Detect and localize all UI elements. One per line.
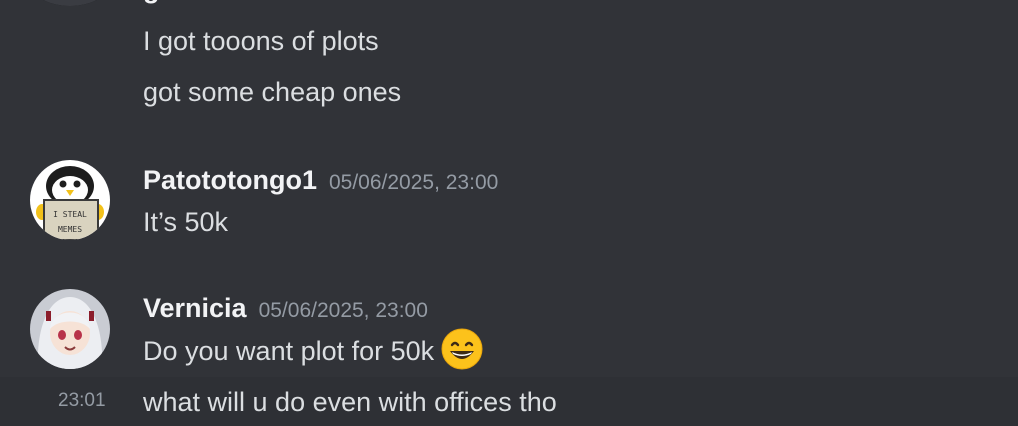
message-text: Do you want plot for 50k xyxy=(143,328,484,371)
message-text-content: Do you want plot for 50k xyxy=(143,336,435,366)
timestamp[interactable]: 05/06/2025, 23:00 xyxy=(259,299,428,322)
chat-message-list: g I got tooons of plots got some cheap o… xyxy=(0,0,1018,426)
anime-girl-avatar-icon[interactable] xyxy=(30,289,110,369)
grinning-smile-emoji[interactable] xyxy=(440,327,484,371)
message-header: Vernicia 05/06/2025, 23:00 xyxy=(143,291,428,330)
message-text: what will u do even with offices tho xyxy=(143,387,557,417)
message-text: It’s 50k xyxy=(143,207,229,237)
avatar-sign-line2: MEMES xyxy=(58,225,82,234)
previous-author-username[interactable]: g xyxy=(143,0,160,6)
message-row-hovered[interactable]: 23:01 what will u do even with offices t… xyxy=(0,377,1018,426)
penguin-avatar-icon[interactable]: I STEAL MEMES xyxy=(30,160,110,240)
message-group: Vernicia 05/06/2025, 23:00 Do you want pl… xyxy=(0,289,1018,377)
previous-author-avatar[interactable] xyxy=(30,0,110,6)
message-text: I got tooons of plots xyxy=(143,26,379,56)
message-header: Patototongo1 05/06/2025, 23:00 xyxy=(143,163,498,202)
username[interactable]: Vernicia xyxy=(143,293,247,323)
message-group: I STEAL MEMES Patototongo1 05/06/2025, 23… xyxy=(0,160,1018,253)
message-text: got some cheap ones xyxy=(143,77,402,107)
avatar-sign-line1: I STEAL xyxy=(53,210,87,219)
message-hover-timestamp[interactable]: 23:01 xyxy=(58,387,106,415)
username[interactable]: Patototongo1 xyxy=(143,165,317,195)
timestamp[interactable]: 05/06/2025, 23:00 xyxy=(329,171,498,194)
